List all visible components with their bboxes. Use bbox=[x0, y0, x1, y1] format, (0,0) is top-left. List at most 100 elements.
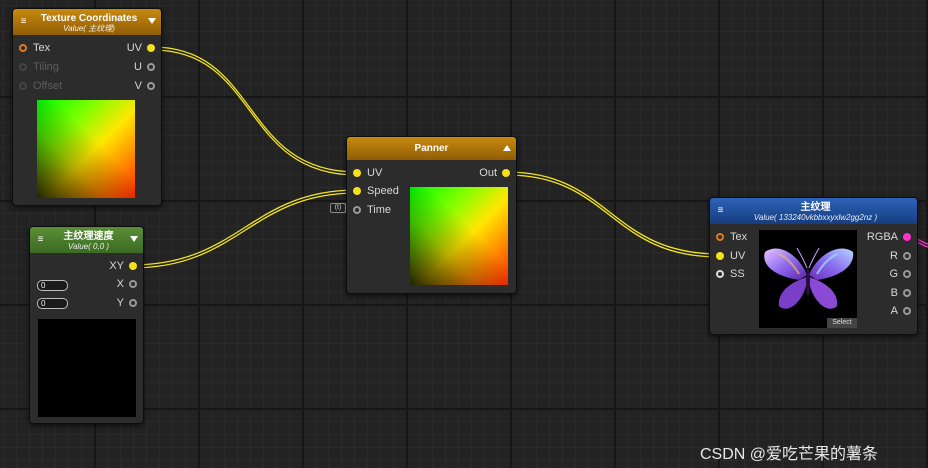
input-port-speed[interactable]: Speed bbox=[353, 184, 399, 198]
node-header[interactable]: ≡ 主纹理速度 Value( 0,0 ) bbox=[30, 227, 143, 253]
port-label: R bbox=[890, 250, 898, 262]
port-dot-icon[interactable] bbox=[903, 270, 911, 278]
port-label: Offset bbox=[33, 80, 63, 92]
port-dot-icon[interactable] bbox=[903, 252, 911, 260]
port-dot-icon[interactable] bbox=[129, 262, 137, 270]
port-dot-icon[interactable] bbox=[353, 187, 361, 195]
node-title: 主纹理 bbox=[800, 202, 831, 213]
node-header[interactable]: Panner bbox=[347, 137, 516, 160]
port-dot-icon[interactable] bbox=[903, 233, 911, 241]
wire-uv-to-panner[interactable] bbox=[151, 46, 358, 173]
y-value-field[interactable]: 0 bbox=[37, 298, 68, 309]
uv-preview bbox=[37, 100, 135, 198]
output-port-r[interactable]: R bbox=[890, 249, 911, 263]
output-port-rgba[interactable]: RGBA bbox=[867, 230, 911, 244]
node-title: Panner bbox=[414, 143, 449, 154]
output-port-v[interactable]: V bbox=[135, 79, 155, 93]
port-label: X bbox=[116, 278, 124, 290]
port-dot-icon[interactable] bbox=[716, 233, 724, 241]
port-dot-icon[interactable] bbox=[129, 280, 137, 288]
port-label: Tex bbox=[33, 42, 51, 54]
wire-uv-to-panner-shadow bbox=[151, 49, 358, 176]
port-dot-icon[interactable] bbox=[716, 252, 724, 260]
port-dot-icon[interactable] bbox=[903, 289, 911, 297]
output-port-uv[interactable]: UV bbox=[127, 41, 155, 55]
port-label: UV bbox=[126, 42, 142, 54]
port-label: U bbox=[134, 61, 142, 73]
output-port-b[interactable]: B bbox=[891, 286, 911, 300]
port-label: Speed bbox=[367, 185, 399, 197]
panner-gradient-shade bbox=[410, 187, 508, 285]
texture-preview[interactable]: Select bbox=[759, 230, 857, 328]
wire-speed-to-panner-shadow bbox=[130, 192, 358, 269]
input-port-tex[interactable]: Tex bbox=[19, 41, 50, 55]
port-dot-icon[interactable] bbox=[903, 307, 911, 315]
wire-out-to-sample-shadow bbox=[506, 174, 720, 258]
port-label: A bbox=[890, 305, 898, 317]
x-value-field[interactable]: 0 bbox=[37, 280, 68, 291]
node-title: Texture Coordinates bbox=[40, 13, 138, 24]
collapse-triangle-icon[interactable] bbox=[130, 236, 138, 242]
port-dot-icon[interactable] bbox=[353, 169, 361, 177]
select-texture-button[interactable]: Select bbox=[827, 318, 857, 328]
input-port-uv[interactable]: UV bbox=[716, 249, 745, 263]
port-label: Tex bbox=[730, 231, 748, 243]
input-port-uv[interactable]: UV bbox=[353, 166, 382, 180]
port-label: Tiling bbox=[33, 61, 59, 73]
panner-node[interactable]: Panner UV Speed Time Out bbox=[346, 136, 517, 294]
output-port-x[interactable]: X bbox=[117, 277, 137, 291]
output-port-u[interactable]: U bbox=[134, 60, 155, 74]
texture-sample-node[interactable]: ≡ 主纹理 Value( 133240vkbbxxyxlw2gg2nz ) Te… bbox=[709, 197, 918, 335]
input-port-tiling[interactable]: Tiling bbox=[19, 60, 59, 74]
node-subtitle: Value( 主纹理) bbox=[63, 24, 115, 33]
node-header[interactable]: ≡ 主纹理 Value( 133240vkbbxxyxlw2gg2nz ) bbox=[710, 198, 917, 224]
hamburger-menu-icon[interactable]: ≡ bbox=[716, 206, 725, 216]
input-port-tex[interactable]: Tex bbox=[716, 230, 747, 244]
collapse-triangle-icon[interactable] bbox=[503, 145, 511, 151]
port-dot-icon[interactable] bbox=[716, 270, 724, 278]
input-port-offset[interactable]: Offset bbox=[19, 79, 62, 93]
port-dot-icon[interactable] bbox=[129, 299, 137, 307]
port-label: UV bbox=[367, 167, 383, 179]
port-dot-icon[interactable] bbox=[19, 44, 27, 52]
port-dot-icon[interactable] bbox=[19, 82, 27, 90]
speed-vector-node[interactable]: ≡ 主纹理速度 Value( 0,0 ) XY X Y 0 0 bbox=[29, 226, 144, 424]
port-dot-icon[interactable] bbox=[147, 44, 155, 52]
time-default-tag[interactable]: (t) bbox=[330, 203, 346, 213]
port-dot-icon[interactable] bbox=[147, 63, 155, 71]
panner-preview bbox=[410, 187, 508, 285]
port-label: RGBA bbox=[866, 231, 898, 243]
uv-gradient-shade bbox=[37, 100, 135, 198]
node-subtitle: Value( 133240vkbbxxyxlw2gg2nz ) bbox=[753, 213, 878, 222]
hamburger-menu-icon[interactable]: ≡ bbox=[36, 235, 45, 245]
output-port-out[interactable]: Out bbox=[479, 166, 510, 180]
input-port-time[interactable]: Time bbox=[353, 203, 391, 217]
port-label: Out bbox=[479, 167, 497, 179]
input-port-ss[interactable]: SS bbox=[716, 267, 745, 281]
hamburger-menu-icon[interactable]: ≡ bbox=[19, 17, 28, 27]
port-dot-icon[interactable] bbox=[353, 206, 361, 214]
output-port-y[interactable]: Y bbox=[117, 296, 137, 310]
port-dot-icon[interactable] bbox=[19, 63, 27, 71]
butterfly-image-icon bbox=[764, 247, 854, 309]
output-port-a[interactable]: A bbox=[891, 304, 911, 318]
node-header[interactable]: ≡ Texture Coordinates Value( 主纹理) bbox=[13, 9, 161, 35]
port-label: B bbox=[890, 287, 898, 299]
port-label: UV bbox=[730, 250, 746, 262]
output-port-xy[interactable]: XY bbox=[109, 259, 137, 273]
output-port-g[interactable]: G bbox=[889, 267, 911, 281]
port-label: Y bbox=[116, 297, 124, 309]
port-label: G bbox=[889, 268, 898, 280]
node-title: 主纹理速度 bbox=[63, 231, 114, 242]
node-subtitle: Value( 0,0 ) bbox=[67, 242, 110, 251]
port-dot-icon[interactable] bbox=[502, 169, 510, 177]
wire-speed-to-panner[interactable] bbox=[130, 189, 358, 266]
port-label: XY bbox=[109, 260, 124, 272]
port-label: Time bbox=[367, 204, 392, 216]
texture-coordinates-node[interactable]: ≡ Texture Coordinates Value( 主纹理) Tex Ti… bbox=[12, 8, 162, 206]
port-dot-icon[interactable] bbox=[147, 82, 155, 90]
wire-out-to-sample[interactable] bbox=[506, 171, 720, 255]
collapse-triangle-icon[interactable] bbox=[148, 18, 156, 24]
vector-preview bbox=[38, 319, 136, 417]
watermark-text: CSDN @爱吃芒果的薯条 bbox=[700, 446, 879, 463]
